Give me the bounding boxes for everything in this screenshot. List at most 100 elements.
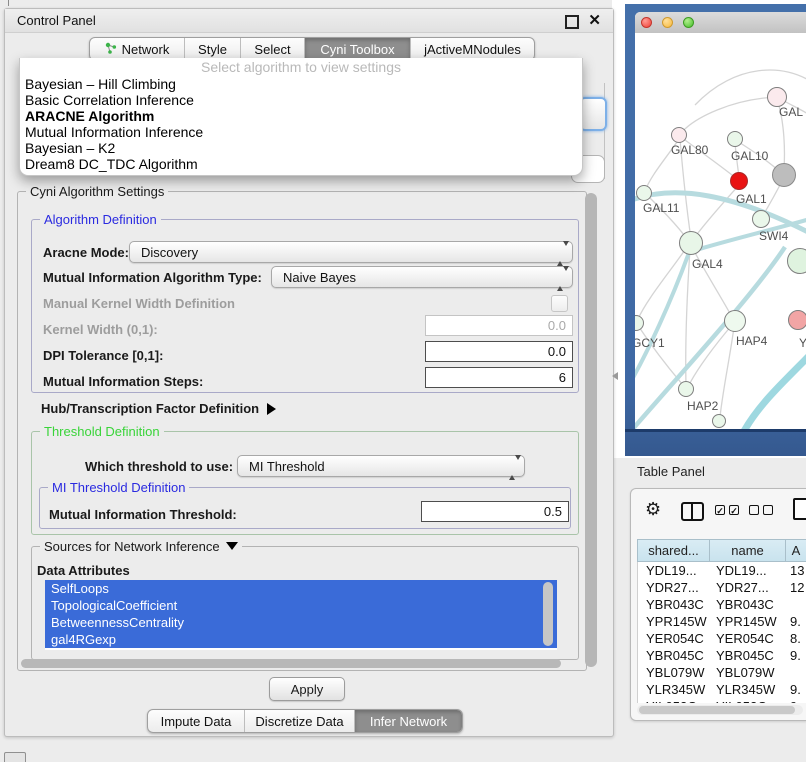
new-table-icon[interactable] — [793, 498, 806, 520]
float-window-icon[interactable] — [565, 15, 579, 29]
network-icon — [105, 42, 117, 57]
node-small[interactable] — [712, 414, 726, 428]
algorithm-option-selected[interactable]: ARACNE Algorithm — [20, 108, 582, 124]
combo-value: Discovery — [141, 245, 198, 260]
settings-vertical-scrollbar[interactable] — [585, 193, 597, 667]
tab-impute-data[interactable]: Impute Data — [148, 710, 244, 732]
tab-select[interactable]: Select — [240, 38, 304, 60]
node-label: HAP4 — [736, 334, 767, 348]
column-header[interactable]: shared... — [638, 540, 710, 561]
list-item[interactable]: TopologicalCoefficient — [45, 597, 557, 614]
table-row[interactable]: YLR345WYLR345W9. — [638, 681, 806, 698]
node-gal11[interactable] — [636, 185, 652, 201]
algorithm-combo-fragment[interactable] — [579, 97, 607, 131]
gear-icon[interactable]: ⚙ — [645, 499, 661, 519]
window-frame-shadow — [625, 429, 806, 432]
table-body: YDL19...YDL19...13 YDR27...YDR27...12 YB… — [637, 562, 806, 703]
node-label: SWI4 — [759, 229, 788, 243]
table-row[interactable]: YIL052CYIL052C9 — [638, 698, 806, 703]
scrollbar-thumb[interactable] — [639, 706, 795, 714]
tab-network[interactable]: Network — [90, 38, 184, 60]
table-row[interactable]: YDL19...YDL19...13 — [638, 562, 806, 579]
node-salmon[interactable] — [788, 310, 806, 330]
table-panel: ⚙ ✓✓ shared... name A YDL19...YDL19...13… — [630, 488, 806, 721]
table-row[interactable]: YDR27...YDR27...12 — [638, 579, 806, 596]
node-label: GAL — [779, 105, 803, 119]
tab-jactivemnodules[interactable]: jActiveMNodules — [410, 38, 534, 60]
node-hap2[interactable] — [678, 381, 694, 397]
node-label: GAL1 — [736, 192, 767, 206]
mac-zoom-button[interactable] — [683, 17, 694, 28]
combo-arrows-icon — [557, 246, 564, 260]
tab-discretize-data[interactable]: Discretize Data — [244, 710, 354, 732]
tab-label: Cyni Toolbox — [320, 42, 394, 57]
kernel-width-label: Kernel Width (0,1): — [43, 322, 158, 337]
network-view-window[interactable]: GAL GAL80 GAL10 GAL1 GAL11 SWI4 GAL4 GCY… — [625, 4, 806, 456]
column-header[interactable]: A — [786, 540, 806, 561]
column-header[interactable]: name — [710, 540, 786, 561]
hub-definition-toggle[interactable]: Hub/Transcription Factor Definition — [41, 401, 276, 416]
manual-kernel-checkbox[interactable] — [551, 295, 568, 312]
node-hap4[interactable] — [724, 310, 746, 332]
node-gal80[interactable] — [671, 127, 687, 143]
settings-horizontal-scrollbar[interactable] — [21, 659, 561, 668]
tab-label: Discretize Data — [255, 714, 343, 729]
node-gray[interactable] — [772, 163, 796, 187]
screen: Control Panel ✕ Network Style — [0, 0, 806, 762]
network-window-titlebar[interactable] — [635, 12, 806, 34]
algorithm-option[interactable]: Bayesian – Hill Climbing — [20, 76, 582, 92]
select-all-icon[interactable]: ✓✓ — [715, 505, 739, 515]
group-title: Threshold Definition — [40, 424, 164, 439]
algorithm-option[interactable]: Dream8 DC_TDC Algorithm — [20, 156, 582, 172]
node-label: GCY1 — [635, 336, 665, 350]
mac-minimize-button[interactable] — [662, 17, 673, 28]
node-swi4-large[interactable] — [787, 248, 806, 274]
list-item[interactable]: BetweennessCentrality — [45, 614, 557, 631]
columns-icon[interactable] — [681, 502, 704, 521]
network-canvas[interactable]: GAL GAL80 GAL10 GAL1 GAL11 SWI4 GAL4 GCY… — [635, 33, 806, 429]
tab-cyni-toolbox[interactable]: Cyni Toolbox — [304, 38, 410, 60]
node-gal10[interactable] — [727, 131, 743, 147]
list-item[interactable]: SelfLoops — [45, 580, 557, 597]
group-title: Cyni Algorithm Settings — [26, 184, 168, 199]
algorithm-dropdown-popup: Select algorithm to view settings Bayesi… — [19, 58, 583, 176]
table-row[interactable]: YBR043CYBR043C — [638, 596, 806, 613]
mi-type-combo[interactable]: Naive Bayes — [271, 266, 573, 288]
tab-infer-network[interactable]: Infer Network — [354, 710, 462, 732]
algorithm-option[interactable]: Basic Correlation Inference — [20, 92, 582, 108]
mi-type-label: Mutual Information Algorithm Type: — [43, 270, 262, 285]
tab-style[interactable]: Style — [184, 38, 240, 60]
list-item[interactable]: gal4RGexp — [45, 631, 557, 648]
bottom-left-partial-icon[interactable] — [4, 752, 26, 762]
sources-toggle[interactable]: Sources for Network Inference — [40, 539, 242, 554]
mi-steps-field[interactable] — [425, 367, 573, 388]
mi-threshold-field[interactable] — [421, 501, 569, 522]
deselect-all-icon[interactable] — [749, 505, 773, 515]
combo-arrows-icon — [509, 460, 516, 474]
dropdown-placeholder: Select algorithm to view settings — [20, 58, 582, 76]
node-label: GAL4 — [692, 257, 723, 271]
aracne-mode-combo[interactable]: Discovery — [129, 241, 573, 263]
table-horizontal-scrollbar[interactable] — [637, 705, 803, 715]
kernel-width-field[interactable] — [425, 315, 573, 336]
table-row[interactable]: YPR145WYPR145W9. — [638, 613, 806, 630]
dpi-tolerance-field[interactable] — [425, 341, 573, 362]
splitpane-collapse-arrow[interactable] — [612, 372, 618, 380]
close-icon[interactable]: ✕ — [588, 11, 601, 31]
apply-button[interactable]: Apply — [269, 677, 345, 701]
node-gal1-selected[interactable] — [730, 172, 748, 190]
apply-label: Apply — [291, 682, 324, 697]
table-row[interactable]: YBL079WYBL079W — [638, 664, 806, 681]
which-threshold-combo[interactable]: MI Threshold — [237, 455, 525, 477]
attributes-scrollbar[interactable] — [543, 582, 553, 646]
combo-arrows-icon — [557, 271, 564, 285]
table-row[interactable]: YBR045CYBR045C9. — [638, 647, 806, 664]
algorithm-option[interactable]: Mutual Information Inference — [20, 124, 582, 140]
tab-label: Network — [122, 42, 170, 57]
algorithm-option[interactable]: Bayesian – K2 — [20, 140, 582, 156]
mac-close-button[interactable] — [641, 17, 652, 28]
node-gal4[interactable] — [679, 231, 703, 255]
node-swi4-small[interactable] — [752, 210, 770, 228]
node-pink[interactable] — [767, 87, 787, 107]
table-row[interactable]: YER054CYER054C8. — [638, 630, 806, 647]
